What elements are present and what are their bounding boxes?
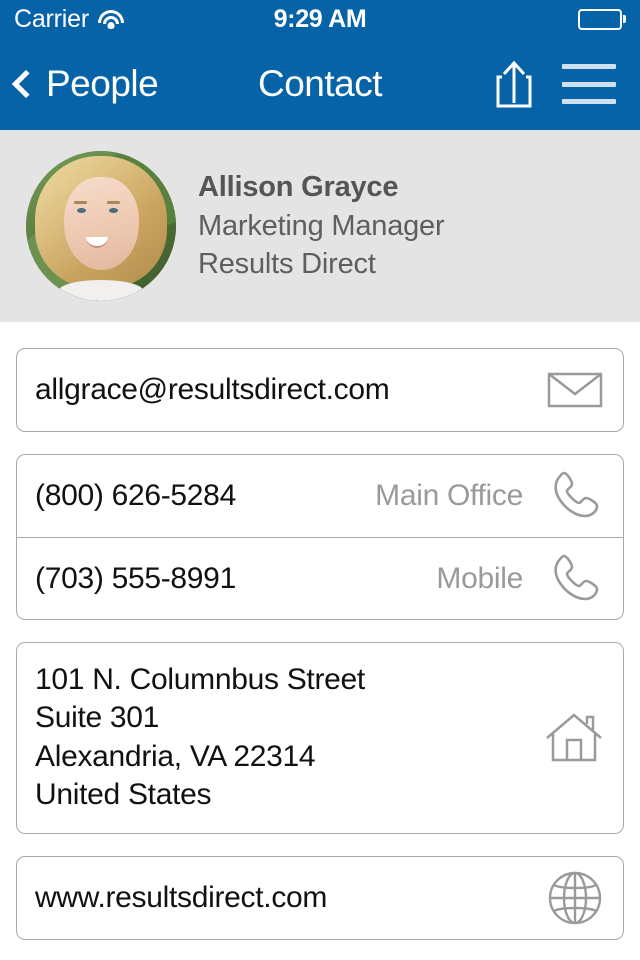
share-icon[interactable] xyxy=(494,59,534,109)
contact-screen: Carrier 9:29 AM People Contact Allison G… xyxy=(0,0,640,960)
status-bar: Carrier 9:29 AM xyxy=(0,0,640,38)
phone-icon[interactable] xyxy=(549,552,603,606)
phone-number: (703) 555-8991 xyxy=(35,561,236,595)
contact-header: Allison Grayce Marketing Manager Results… xyxy=(0,130,640,322)
contact-job-title: Marketing Manager xyxy=(198,209,445,242)
email-address: allgrace@resultsdirect.com xyxy=(35,373,390,406)
contact-fields: allgrace@resultsdirect.com (800) 626-528… xyxy=(0,322,640,940)
navigation-bar-actions xyxy=(494,59,640,109)
website-url: www.resultsdirect.com xyxy=(35,880,328,914)
contact-organization: Results Direct xyxy=(198,248,376,281)
address-line-1: 101 N. Columnbus Street xyxy=(35,663,365,696)
navigation-bar: People Contact xyxy=(0,38,640,130)
address-line-4: United States xyxy=(35,778,212,812)
address-card: 101 N. Columnbus Street Suite 301 Alexan… xyxy=(16,642,624,834)
phone-label: Main Office xyxy=(375,479,523,512)
back-button[interactable]: People xyxy=(0,63,159,105)
phone-icon[interactable] xyxy=(549,469,603,523)
phone-row[interactable]: (800) 626-5284 Main Office xyxy=(17,455,623,537)
phone-card: (800) 626-5284 Main Office (703) 555-899… xyxy=(16,454,624,620)
address-row[interactable]: 101 N. Columnbus Street Suite 301 Alexan… xyxy=(17,643,623,833)
address-line-3: Alexandria, VA 22314 xyxy=(35,739,316,773)
house-icon[interactable] xyxy=(545,712,603,764)
address-lines: 101 N. Columnbus Street Suite 301 Alexan… xyxy=(35,661,365,815)
contact-details: Allison Grayce Marketing Manager Results… xyxy=(198,168,445,284)
email-card: allgrace@resultsdirect.com xyxy=(16,348,624,432)
website-card: www.resultsdirect.com xyxy=(16,855,624,940)
hamburger-menu-icon[interactable] xyxy=(562,64,616,104)
contact-name: Allison Grayce xyxy=(198,171,399,204)
envelope-icon[interactable] xyxy=(547,370,603,410)
back-button-label: People xyxy=(46,63,159,104)
address-line-2: Suite 301 xyxy=(35,701,160,735)
phone-number: (800) 626-5284 xyxy=(35,479,236,512)
website-row[interactable]: www.resultsdirect.com xyxy=(17,857,623,939)
globe-icon[interactable] xyxy=(547,870,603,926)
avatar xyxy=(26,151,176,301)
email-row[interactable]: allgrace@resultsdirect.com xyxy=(17,349,623,431)
status-bar-time: 9:29 AM xyxy=(273,4,367,33)
chevron-left-icon xyxy=(11,69,41,99)
phone-row[interactable]: (703) 555-8991 Mobile xyxy=(17,537,623,619)
phone-label: Mobile xyxy=(436,561,523,595)
